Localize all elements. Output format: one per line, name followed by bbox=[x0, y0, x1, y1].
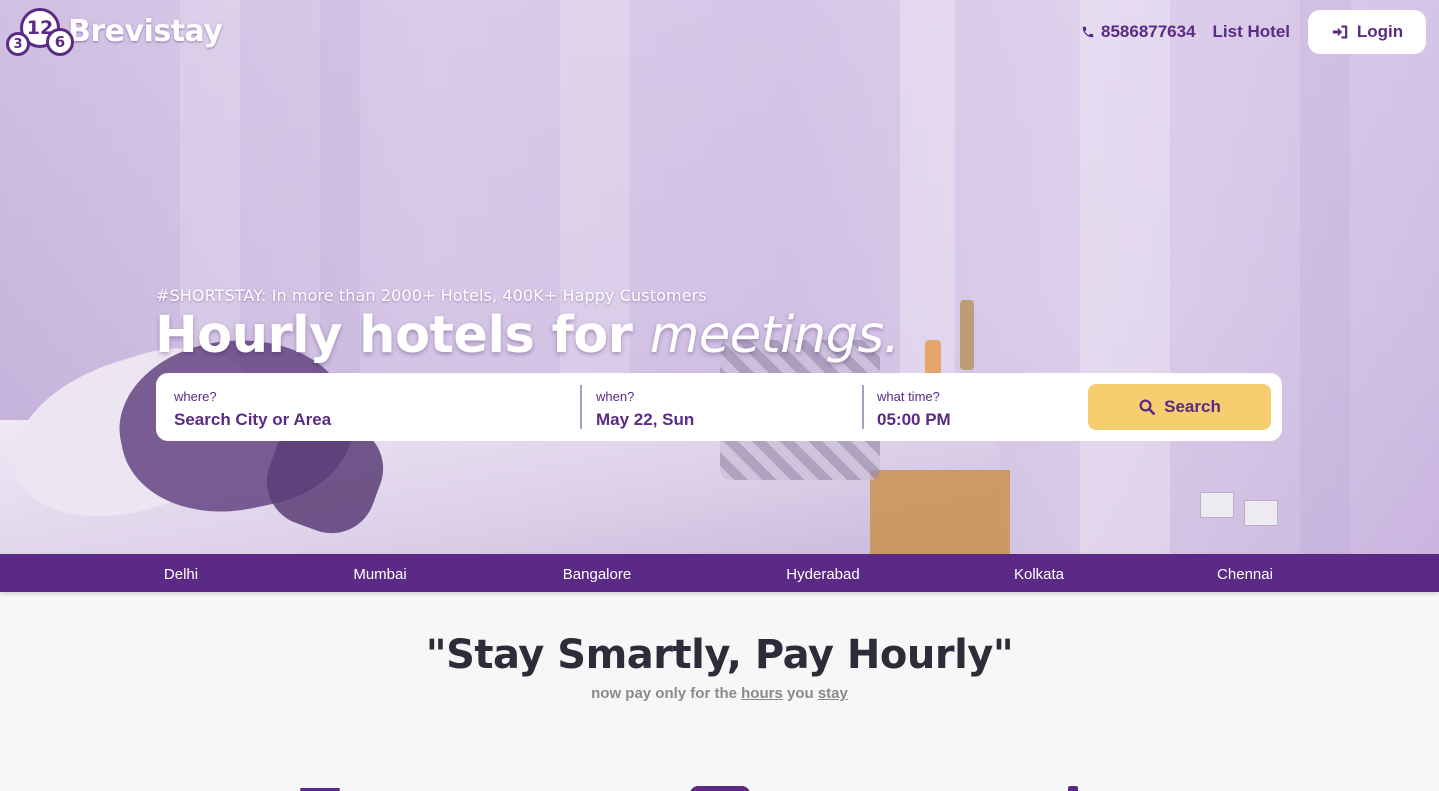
phone-number: 8586877634 bbox=[1101, 22, 1196, 41]
where-label: where? bbox=[174, 389, 217, 404]
city-hyderabad[interactable]: Hyderabad bbox=[786, 554, 859, 592]
when-label: when? bbox=[596, 389, 635, 404]
login-button[interactable]: Login bbox=[1308, 10, 1426, 54]
city-chennai[interactable]: Chennai bbox=[1217, 554, 1273, 592]
city-kolkata[interactable]: Kolkata bbox=[1014, 554, 1064, 592]
where-input[interactable]: Search City or Area bbox=[174, 410, 574, 430]
login-icon bbox=[1332, 25, 1348, 39]
search-bar: where? Search City or Area when? May 22,… bbox=[156, 373, 1282, 441]
when-field[interactable]: when? May 22, Sun bbox=[596, 373, 836, 441]
city-nav: Delhi Mumbai Bangalore Hyderabad Kolkata… bbox=[0, 554, 1439, 592]
brand-logo[interactable]: 12 3 6 Brevistay bbox=[6, 8, 223, 56]
section-subline: now pay only for the hours you stay bbox=[591, 685, 848, 702]
feature-icon-right bbox=[1068, 786, 1078, 791]
time-field[interactable]: what time? 05:00 PM bbox=[877, 373, 1077, 441]
logo-mark: 12 3 6 bbox=[6, 8, 74, 56]
search-icon bbox=[1139, 399, 1156, 416]
phone-icon bbox=[1082, 26, 1094, 38]
list-hotel-link[interactable]: List Hotel bbox=[1213, 22, 1290, 42]
search-button[interactable]: Search bbox=[1088, 384, 1271, 430]
city-bangalore[interactable]: Bangalore bbox=[563, 554, 631, 592]
feature-icon-center bbox=[690, 786, 750, 791]
city-delhi[interactable]: Delhi bbox=[164, 554, 198, 592]
date-picker[interactable]: May 22, Sun bbox=[596, 410, 836, 430]
time-picker[interactable]: 05:00 PM bbox=[877, 410, 1077, 430]
hero-banner: 12 3 6 Brevistay 8586877634 List Hotel L… bbox=[0, 0, 1439, 554]
brand-name: Brevistay bbox=[68, 13, 223, 49]
time-label: what time? bbox=[877, 389, 940, 404]
hero-title: Hourly hotels for meetings. bbox=[155, 306, 900, 365]
top-nav: 8586877634 List Hotel Login bbox=[1081, 10, 1426, 54]
hero-subtitle: #SHORTSTAY: In more than 2000+ Hotels, 4… bbox=[156, 286, 707, 305]
city-mumbai[interactable]: Mumbai bbox=[353, 554, 406, 592]
phone-link[interactable]: 8586877634 bbox=[1081, 22, 1196, 42]
where-field[interactable]: where? Search City or Area bbox=[174, 373, 574, 441]
section-tagline: "Stay Smartly, Pay Hourly" bbox=[425, 632, 1014, 678]
hero-title-emphasis: meetings. bbox=[649, 306, 900, 365]
